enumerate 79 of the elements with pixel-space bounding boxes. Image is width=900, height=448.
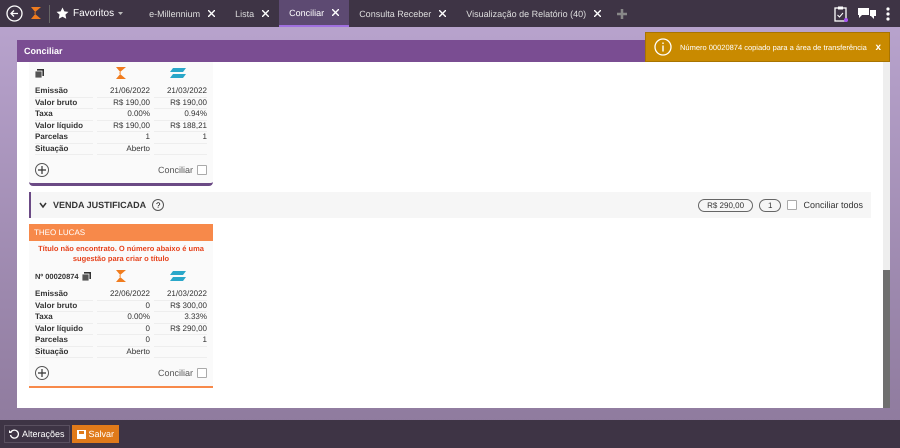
info-icon	[654, 38, 672, 56]
copy-icon[interactable]	[82, 272, 91, 280]
history-button[interactable]: Alterações	[4, 425, 70, 443]
table-cell: Aberto	[97, 144, 150, 155]
logo-icon	[114, 269, 128, 283]
stripes-icon	[170, 271, 186, 281]
table-cell: 0.94%	[154, 109, 207, 120]
logo-icon	[114, 66, 128, 80]
row-label: Valor líquido	[35, 120, 93, 132]
star-icon	[56, 7, 69, 20]
caret-icon	[118, 12, 124, 15]
total-badge: R$ 290,00	[698, 198, 754, 212]
row-label: Valor líquido	[35, 324, 93, 335]
checkbox[interactable]	[197, 165, 207, 175]
back-icon[interactable]	[6, 5, 23, 22]
save-icon	[76, 430, 86, 438]
tab[interactable]: Consulta Receber	[349, 0, 456, 27]
scrollbar-thumb[interactable]	[883, 270, 890, 408]
row-label: Valor bruto	[35, 98, 93, 109]
row-label: Taxa	[35, 312, 93, 324]
table-cell: 0.00%	[97, 109, 150, 120]
table-cell: 21/03/2022	[154, 86, 207, 98]
help-button[interactable]: ?	[152, 199, 164, 211]
table-cell: R$ 190,00	[154, 98, 207, 109]
table-cell: 0	[97, 324, 150, 335]
more-icon[interactable]	[886, 6, 890, 20]
row-label: Parcelas	[35, 335, 93, 346]
table-cell: R$ 188,21	[154, 120, 207, 132]
close-icon[interactable]	[262, 10, 270, 17]
tab[interactable]: Conciliar	[279, 0, 350, 27]
table-cell: 1	[97, 132, 150, 144]
logo-icon	[29, 6, 43, 20]
card-header: THEO LUCAS	[29, 224, 213, 241]
stripes-icon	[170, 68, 186, 78]
table-cell: 0.00%	[97, 312, 150, 324]
table-cell: Aberto	[97, 346, 150, 358]
close-icon[interactable]	[439, 10, 446, 17]
table-cell: R$ 190,00	[97, 98, 150, 109]
select-all-label: Conciliar todos	[803, 200, 863, 210]
table-cell: 21/06/2022	[97, 86, 150, 98]
row-label: Situação	[35, 144, 93, 155]
row-label: Emissão	[35, 86, 93, 98]
add-button[interactable]	[35, 366, 49, 380]
row-label: Taxa	[35, 109, 93, 120]
reconcile-label: Conciliar	[158, 165, 193, 175]
reconcile-label: Conciliar	[158, 368, 193, 378]
copy-icon[interactable]	[35, 68, 44, 78]
table-cell: 1	[154, 335, 207, 346]
tab[interactable]: Lista	[225, 0, 280, 27]
clipboard-icon[interactable]	[834, 6, 848, 22]
table-cell: R$ 300,00	[154, 300, 207, 312]
favorites-menu[interactable]: Favoritos	[49, 4, 130, 22]
chat-icon[interactable]	[858, 8, 876, 20]
row-label: Parcelas	[35, 132, 93, 144]
tab[interactable]: e-Millennium	[139, 0, 226, 27]
table-cell: 1	[154, 132, 207, 144]
close-icon[interactable]	[594, 10, 602, 17]
table-cell: 21/03/2022	[154, 289, 207, 300]
tab[interactable]: Visualização de Relatório (40)	[456, 0, 612, 27]
add-button[interactable]	[35, 163, 49, 177]
checkbox[interactable]	[197, 368, 207, 378]
table-cell: 3.33%	[154, 312, 207, 324]
add-tab-icon[interactable]	[617, 8, 628, 18]
table-cell: R$ 290,00	[154, 324, 207, 335]
row-label: Valor bruto	[35, 300, 93, 312]
history-icon	[9, 429, 19, 439]
group-title: VENDA JUSTIFICADA	[53, 200, 146, 210]
close-icon[interactable]	[332, 9, 340, 16]
chevron-icon[interactable]	[39, 201, 47, 209]
group-header[interactable]: VENDA JUSTIFICADA ? R$ 290,00 1 Conciliar todos	[29, 192, 871, 218]
table-cell: 22/06/2022	[97, 289, 150, 300]
count-badge: 1	[759, 198, 782, 212]
checkbox[interactable]	[787, 200, 798, 210]
row-label: Situação	[35, 346, 93, 358]
row-label: Emissão	[35, 289, 93, 300]
close-icon[interactable]	[208, 10, 216, 17]
table-cell: 0	[97, 300, 150, 312]
table-cell: 0	[97, 335, 150, 346]
table-cell: R$ 190,00	[97, 120, 150, 132]
